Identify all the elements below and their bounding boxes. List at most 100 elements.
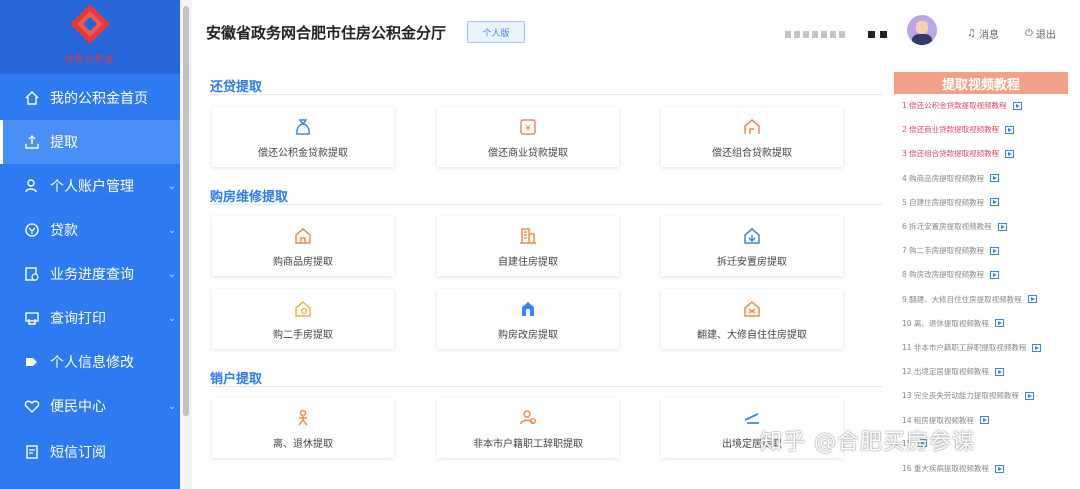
section-title-closure: 销户提取	[210, 372, 263, 387]
sidebar-item-service[interactable]: 便民中心 ⌄	[0, 384, 180, 428]
play-icon[interactable]	[990, 198, 1000, 207]
sidebar-item-label: 个人信息修改	[50, 355, 134, 371]
app-window: 住房公积金 我的公积金首页 提取 个人账户管理 ⌄ 贷款 ⌄ 业务进度查询 ⌄ …	[0, 0, 1080, 489]
tutorial-item[interactable]: 11 非本市户籍职工辞职提取视频教程	[902, 342, 1042, 353]
section-title-repay: 还贷提取	[210, 80, 263, 95]
play-icon[interactable]	[990, 174, 1000, 183]
play-icon[interactable]	[994, 367, 1004, 376]
play-icon[interactable]	[990, 246, 1000, 255]
chevron-down-icon: ⌄	[167, 312, 176, 324]
chevron-down-icon: ⌄	[167, 400, 176, 412]
tutorial-item-label: 2 偿还商业贷款提取视频教程	[902, 125, 1000, 135]
tutorial-item[interactable]: 8 购房改房提取视频教程	[902, 269, 1000, 280]
card-label: 偿还组合贷款提取	[712, 148, 792, 159]
play-icon[interactable]	[1005, 125, 1015, 134]
play-icon[interactable]	[979, 416, 989, 425]
chevron-down-icon: ⌄	[167, 180, 176, 192]
avatar[interactable]	[907, 15, 937, 45]
home-icon	[24, 90, 40, 106]
card-label: 偿还商业贷款提取	[488, 148, 568, 159]
play-icon[interactable]	[1005, 149, 1015, 158]
blurred-username	[785, 31, 845, 38]
moneybag-icon	[292, 116, 314, 138]
message-button[interactable]: ♫ 消息	[967, 26, 999, 41]
house-arrow-icon	[741, 225, 763, 247]
sidebar: 住房公积金 我的公积金首页 提取 个人账户管理 ⌄ 贷款 ⌄ 业务进度查询 ⌄ …	[0, 0, 180, 489]
tutorial-item[interactable]: 1 偿还公积金贷款提取视频教程	[902, 100, 1022, 111]
apartment-icon	[517, 298, 539, 320]
card-self-build[interactable]: 自建住房提取	[437, 216, 619, 276]
tutorial-item[interactable]: 13 完全丧失劳动能力提取视频教程	[902, 390, 1034, 401]
tutorial-item[interactable]: 12 出境定居提取视频教程	[902, 366, 1004, 377]
logo[interactable]: 住房公积金	[0, 0, 180, 74]
svg-text:¥: ¥	[525, 124, 531, 134]
section-title-purchase: 购房维修提取	[210, 190, 289, 205]
print-icon	[24, 310, 40, 326]
tutorial-item[interactable]: 6 拆迁安置房提取视频教程	[902, 221, 1007, 232]
edit-icon	[24, 354, 40, 370]
card-label: 离、退休提取	[273, 439, 333, 450]
tutorial-item[interactable]: 5 自建住房提取视频教程	[902, 197, 1000, 208]
sidebar-item-edit-info[interactable]: 个人信息修改	[0, 340, 180, 384]
tutorial-item[interactable]: 9 翻建、大修自住住房提取视频教程	[902, 294, 1037, 305]
watermark: 知乎 @合肥买房参谋	[760, 430, 975, 455]
chevron-down-icon: ⌄	[167, 268, 176, 280]
tutorial-item-label: 10 离、退休提取视频教程	[902, 318, 989, 328]
header: 安徽省政务网合肥市住房公积金分厅 个人版 ♫ 消息 ⏻ 退出	[192, 0, 1080, 66]
yen-icon: ¥	[517, 116, 539, 138]
play-icon[interactable]	[994, 319, 1004, 328]
tutorial-item-label: 11 非本市户籍职工辞职提取视频教程	[902, 343, 1027, 352]
sidebar-item-account[interactable]: 个人账户管理 ⌄	[0, 164, 180, 208]
divider	[210, 94, 882, 95]
tutorial-item[interactable]: 2 偿还商业贷款提取视频教程	[902, 124, 1015, 135]
play-icon[interactable]	[1027, 295, 1037, 304]
sidebar-item-progress[interactable]: 业务进度查询 ⌄	[0, 252, 180, 296]
card-label: 自建住房提取	[498, 257, 558, 268]
tutorial-item-label: 9 翻建、大修自住住房提取视频教程	[902, 294, 1022, 304]
tutorial-panel-title: 提取视频教程	[894, 72, 1068, 94]
play-icon[interactable]	[1012, 101, 1022, 110]
card-repay-hpf-loan[interactable]: 偿还公积金贷款提取	[212, 107, 394, 167]
logout-label: 退出	[1035, 30, 1056, 41]
user-icon	[24, 178, 40, 194]
sidebar-item-withdraw[interactable]: 提取	[0, 120, 180, 164]
house-key-icon	[292, 298, 314, 320]
card-repay-commercial-loan[interactable]: ¥ 偿还商业贷款提取	[437, 107, 619, 167]
card-rebuild-repair[interactable]: 翻建、大修自住住房提取	[661, 289, 843, 349]
card-reform-house[interactable]: 购房改房提取	[437, 289, 619, 349]
sidebar-item-home[interactable]: 我的公积金首页	[0, 76, 180, 120]
sidebar-item-loan[interactable]: 贷款 ⌄	[0, 208, 180, 252]
avatar-face	[916, 21, 928, 34]
sidebar-item-print[interactable]: 查询打印 ⌄	[0, 296, 180, 340]
play-icon[interactable]	[1024, 391, 1034, 400]
person-group-icon	[517, 407, 539, 429]
sidebar-item-label: 个人账户管理	[50, 179, 134, 195]
logo-mark-icon	[70, 4, 110, 44]
card-purchase-commercial-house[interactable]: 购商品房提取	[212, 216, 394, 276]
building-icon	[517, 225, 539, 247]
play-icon[interactable]	[990, 270, 1000, 279]
play-icon[interactable]	[997, 222, 1007, 231]
tutorial-item[interactable]: 3 偿还组合贷款提取视频教程	[902, 148, 1015, 159]
tutorial-item[interactable]: 16 重大疾病提取视频教程	[902, 463, 1004, 474]
card-relocation-house[interactable]: 拆迁安置房提取	[661, 216, 843, 276]
play-icon[interactable]	[994, 464, 1004, 473]
card-repay-combo-loan[interactable]: 偿还组合贷款提取	[661, 107, 843, 167]
play-icon[interactable]	[1032, 343, 1042, 352]
card-second-hand-house[interactable]: 购二手房提取	[212, 289, 394, 349]
scrollbar-thumb[interactable]	[183, 6, 189, 416]
tutorial-item[interactable]: 4 购商品房提取视频教程	[902, 173, 1000, 184]
card-non-local-resign[interactable]: 非本市户籍职工辞职提取	[437, 398, 619, 458]
tutorial-item-label: 12 出境定居提取视频教程	[902, 367, 989, 377]
sidebar-scrollbar[interactable]	[180, 0, 192, 489]
card-retirement[interactable]: 离、退休提取	[212, 398, 394, 458]
bell-icon: ♫	[967, 28, 976, 39]
version-badge[interactable]: 个人版	[467, 21, 525, 43]
logout-button[interactable]: ⏻ 退出	[1025, 26, 1056, 41]
blurred-account	[868, 31, 890, 38]
tutorial-item[interactable]: 7 购二手房提取视频教程	[902, 245, 1000, 256]
sidebar-item-sms[interactable]: 短信订阅	[0, 430, 180, 474]
tutorial-item[interactable]: 10 离、退休提取视频教程	[902, 318, 1004, 329]
tutorial-item-label: 4 购商品房提取视频教程	[902, 173, 985, 183]
sidebar-item-label: 业务进度查询	[50, 267, 134, 283]
